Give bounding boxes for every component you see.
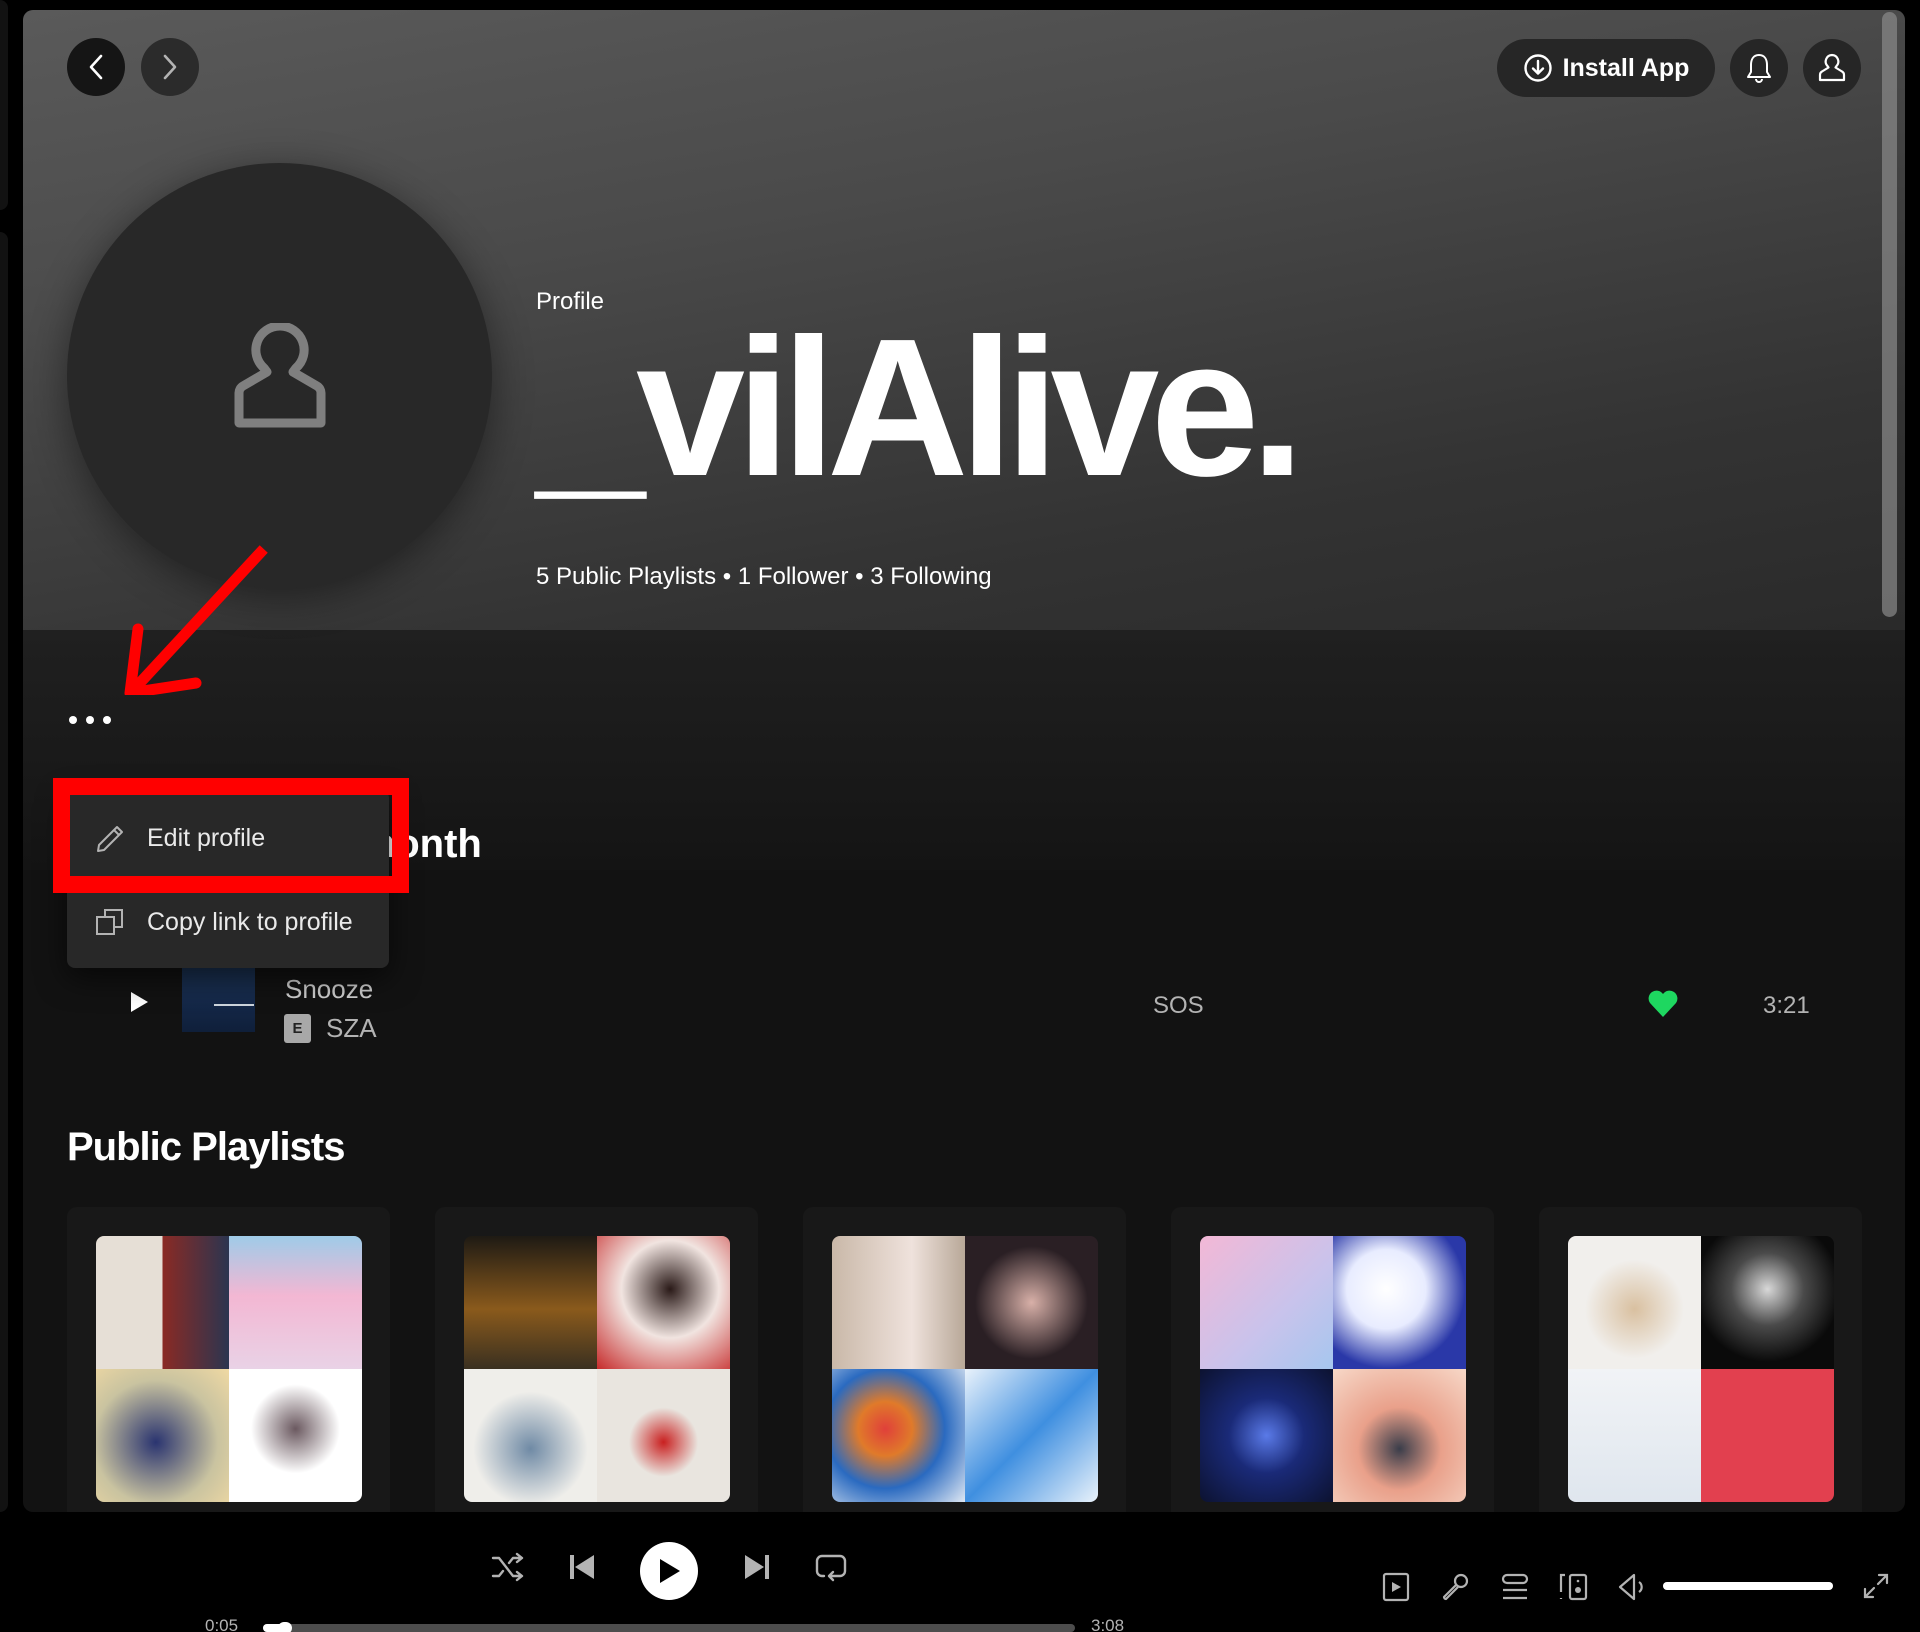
skip-forward-icon	[745, 1555, 769, 1579]
forward-button[interactable]	[141, 38, 199, 96]
dot	[103, 716, 111, 724]
explicit-badge: E	[284, 1014, 311, 1043]
fullscreen-button[interactable]	[1862, 1572, 1890, 1605]
bell-icon	[1747, 54, 1771, 83]
track-play-button[interactable]	[129, 991, 149, 1018]
now-playing-bar: 0:05 3:08	[0, 1512, 1920, 1632]
previous-button[interactable]	[567, 1552, 597, 1582]
playlist-cover	[464, 1236, 730, 1502]
play-icon	[660, 1559, 680, 1583]
playlist-card[interactable]	[1539, 1207, 1862, 1512]
copy-icon	[96, 909, 123, 935]
profile-stats: 5 Public Playlists • 1 Follower • 3 Foll…	[536, 563, 992, 590]
volume-fill	[1663, 1582, 1833, 1590]
chevron-left-icon	[89, 54, 103, 80]
track-row[interactable]: Snooze E SZA SOS 3:21	[67, 960, 1857, 1050]
user-placeholder-icon	[234, 322, 325, 427]
next-button[interactable]	[742, 1552, 772, 1582]
queue-button[interactable]	[1500, 1572, 1530, 1607]
menu-item-label: Copy link to profile	[147, 907, 353, 936]
pencil-icon	[97, 825, 123, 852]
connect-device-button[interactable]	[1558, 1572, 1590, 1607]
public-playlists-heading[interactable]: Public Playlists	[67, 1125, 345, 1170]
shuffle-button[interactable]	[491, 1552, 525, 1582]
playlist-cover	[1200, 1236, 1466, 1502]
expand-icon	[1863, 1573, 1889, 1599]
liked-heart-button[interactable]	[1647, 990, 1679, 1023]
menu-item-label: Edit profile	[147, 824, 266, 852]
download-circle-icon	[1523, 54, 1552, 82]
back-button[interactable]	[67, 38, 125, 96]
queue-icon	[1501, 1573, 1529, 1600]
progress-bar[interactable]	[263, 1622, 1075, 1632]
more-options-button[interactable]	[69, 716, 111, 724]
shuffle-icon	[491, 1552, 524, 1582]
main-view: Install App Profile _vilAlive. 5 Public …	[23, 10, 1905, 1512]
dot	[86, 716, 94, 724]
profile-name: _vilAlive.	[536, 298, 1305, 517]
profile-avatar[interactable]	[67, 163, 492, 588]
now-playing-view-button[interactable]	[1382, 1572, 1410, 1607]
mute-button[interactable]	[1617, 1572, 1649, 1607]
sidebar-panel-library	[0, 232, 8, 1512]
profile-context-menu: Edit profile Copy link to profile	[67, 790, 389, 968]
install-app-label: Install App	[1562, 53, 1690, 82]
lyrics-button[interactable]	[1440, 1572, 1470, 1607]
speaker-device-icon	[1559, 1573, 1588, 1601]
track-artist[interactable]: SZA	[326, 1013, 377, 1044]
skip-back-icon	[570, 1555, 594, 1579]
elapsed-time: 0:05	[205, 1616, 239, 1632]
progress-handle[interactable]	[277, 1622, 292, 1632]
track-album-art	[182, 962, 255, 1032]
microphone-icon	[1442, 1573, 1469, 1601]
playlist-card[interactable]	[803, 1207, 1126, 1512]
total-time: 3:08	[1091, 1616, 1125, 1632]
now-playing-view-icon	[1382, 1572, 1410, 1602]
track-duration: 3:21	[1763, 992, 1810, 1019]
playlist-card[interactable]	[435, 1207, 758, 1512]
volume-icon	[1618, 1573, 1643, 1601]
scrollbar-thumb[interactable]	[1882, 12, 1897, 617]
menu-item-copy-link[interactable]: Copy link to profile	[67, 881, 389, 963]
play-pause-button[interactable]	[640, 1542, 698, 1600]
chevron-right-icon	[163, 54, 177, 80]
playlist-cover	[96, 1236, 362, 1502]
repeat-icon	[815, 1554, 847, 1582]
playlist-cover	[832, 1236, 1098, 1502]
volume-slider[interactable]	[1663, 1582, 1833, 1590]
install-app-button[interactable]: Install App	[1497, 39, 1715, 97]
notifications-button[interactable]	[1730, 39, 1788, 97]
sidebar-panel-top	[0, 0, 8, 210]
menu-item-edit-profile[interactable]: Edit profile	[67, 796, 389, 881]
account-button[interactable]	[1803, 39, 1861, 97]
dot	[69, 716, 77, 724]
play-icon	[131, 992, 148, 1012]
sidebar-edge	[0, 0, 8, 1512]
playlist-card[interactable]	[67, 1207, 390, 1512]
playlist-card[interactable]	[1171, 1207, 1494, 1512]
playlist-cover	[1568, 1236, 1834, 1502]
track-title[interactable]: Snooze	[285, 974, 373, 1005]
track-album[interactable]: SOS	[1153, 992, 1204, 1020]
repeat-button[interactable]	[814, 1552, 848, 1584]
heart-icon	[1648, 990, 1678, 1017]
user-icon	[1818, 53, 1846, 82]
